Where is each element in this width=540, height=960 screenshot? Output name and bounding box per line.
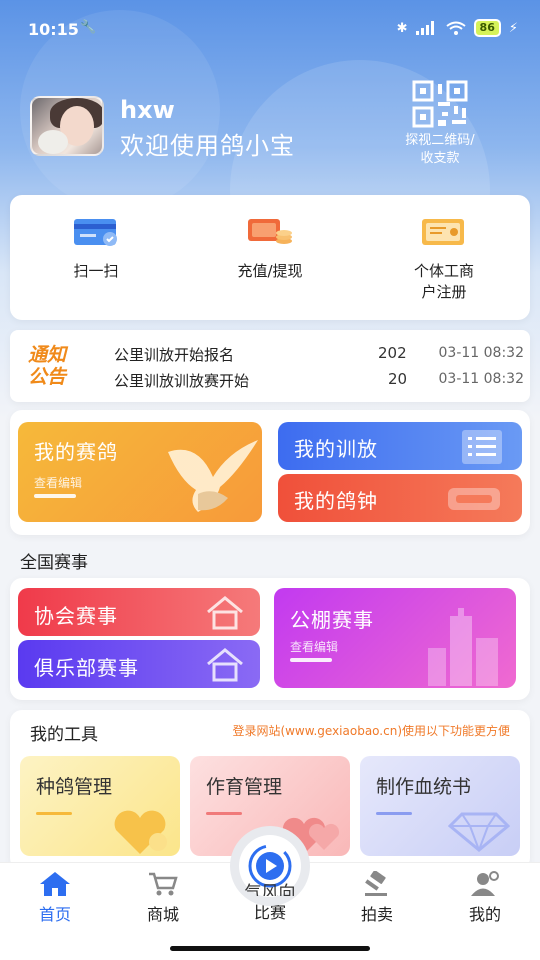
notice-title: 公里训放训放赛开始 [114,372,250,390]
notice-date: 03-11 08:32 [438,371,524,387]
status-time: 10:15 [28,20,79,39]
scan-button[interactable]: 扫一扫 [16,215,176,282]
nav-mine[interactable]: 我的 [440,871,530,925]
wrench-icon: 🔧 [80,20,97,35]
pedigree-tile[interactable]: 制作血统书 [360,756,520,856]
breeding-management-tile[interactable]: 种鸽管理 [20,756,180,856]
pedigree-title: 制作血统书 [376,776,472,798]
fab-caption: 气风向 [244,883,296,896]
notice-year: 20 [388,370,408,388]
my-training-title: 我的训放 [294,437,378,461]
nav-home[interactable]: 首页 [10,871,100,925]
qr-label-line1: 探视二维码/ [405,133,475,148]
public-loft-title: 公棚赛事 [290,608,374,632]
notice-year: 202 [378,344,407,362]
my-training-tile[interactable]: 我的训放 [278,422,522,470]
home-indicator[interactable] [170,946,370,951]
business-register-label-2: 户注册 [421,283,467,301]
card-scan-icon [74,219,117,246]
rearing-management-title: 作育管理 [206,776,283,798]
battery-level: 86 [473,19,501,37]
house-icon [207,596,243,630]
competitions-card: 协会赛事 俱乐部赛事 公棚赛事 查看编辑 [10,578,530,700]
nav-home-label: 首页 [38,905,71,924]
my-clock-title: 我的鸽钟 [294,489,378,513]
pigeon-clock-icon [448,488,500,510]
qr-label-line2: 收支款 [420,151,460,166]
nav-mall-label: 商城 [146,905,179,924]
my-clock-tile[interactable]: 我的鸽钟 [278,474,522,522]
buildings-icon [428,608,498,686]
recharge-withdraw-button[interactable]: 充值/提现 [190,215,350,282]
business-register-button[interactable]: 个体工商 户注册 [364,215,524,303]
heart-icon [114,810,167,854]
my-pigeons-tile[interactable]: 我的赛鸽 查看编辑 [18,422,262,522]
public-loft-sub: 查看编辑 [290,640,339,654]
section-title-competitions: 全国赛事 [20,553,88,573]
diamond-icon [448,812,510,852]
club-title: 俱乐部赛事 [34,656,139,680]
wifi-icon [445,21,466,35]
home-icon [40,872,70,896]
bluetooth-icon: ✱ [396,20,408,36]
notice-item[interactable]: 公里训放开始报名 202 03-11 08:32 [114,342,524,366]
avatar[interactable] [30,96,104,156]
club-tile[interactable]: 俱乐部赛事 [18,640,260,688]
notice-item[interactable]: 公里训放训放赛开始 20 03-11 08:32 [114,368,524,392]
nav-mine-label: 我的 [468,905,501,924]
recharge-withdraw-label: 充值/提现 [237,262,303,280]
username: hxw [120,96,175,124]
qr-code-icon [412,80,468,128]
notice-card[interactable]: 通知 公告 公里训放开始报名 202 03-11 08:32 公里训放训放赛开始… [10,330,530,402]
wallet-coins-icon [248,219,292,244]
user-icon [471,871,499,896]
business-register-label-1: 个体工商 [413,262,474,280]
nav-mall[interactable]: 商城 [118,871,208,925]
charging-icon: ⚡ [508,20,518,36]
qr-code-button[interactable]: 探视二维码/ 收支款 [388,80,492,168]
my-section-card: 我的赛鸽 查看编辑 我的训放 我的鸽钟 [10,410,530,535]
scan-label: 扫一扫 [73,262,119,280]
nav-auction[interactable]: 拍卖 [332,871,422,925]
notice-logo: 通知 公告 [28,344,67,388]
my-pigeons-sub: 查看编辑 [34,476,83,490]
pigeon-icon [168,440,258,512]
breeding-management-title: 种鸽管理 [36,776,113,798]
nav-auction-label: 拍卖 [360,905,393,924]
notice-date: 03-11 08:32 [438,345,524,361]
signal-icon [415,21,434,35]
gavel-icon [365,871,387,896]
association-tile[interactable]: 协会赛事 [18,588,260,636]
quick-actions-card: 扫一扫 充值/提现 个体工商 户注册 [10,195,530,320]
status-bar: 10:15 🔧 ✱ 86 ⚡ [0,0,540,60]
association-title: 协会赛事 [34,604,118,628]
house-icon [207,648,243,682]
public-loft-tile[interactable]: 公棚赛事 查看编辑 [274,588,516,688]
tools-title: 我的工具 [30,725,98,745]
tools-hint[interactable]: 登录网站(www.gexiaobao.cn)使用以下功能更方便 [232,722,510,739]
home-indicator-area [0,932,540,960]
notice-title: 公里训放开始报名 [114,346,235,364]
list-icon [462,430,502,464]
my-pigeons-title: 我的赛鸽 [34,440,118,464]
welcome-text: 欢迎使用鸽小宝 [120,132,295,160]
status-icons: ✱ 86 ⚡ [397,19,518,37]
business-license-icon [422,219,464,245]
cart-icon [149,872,178,896]
